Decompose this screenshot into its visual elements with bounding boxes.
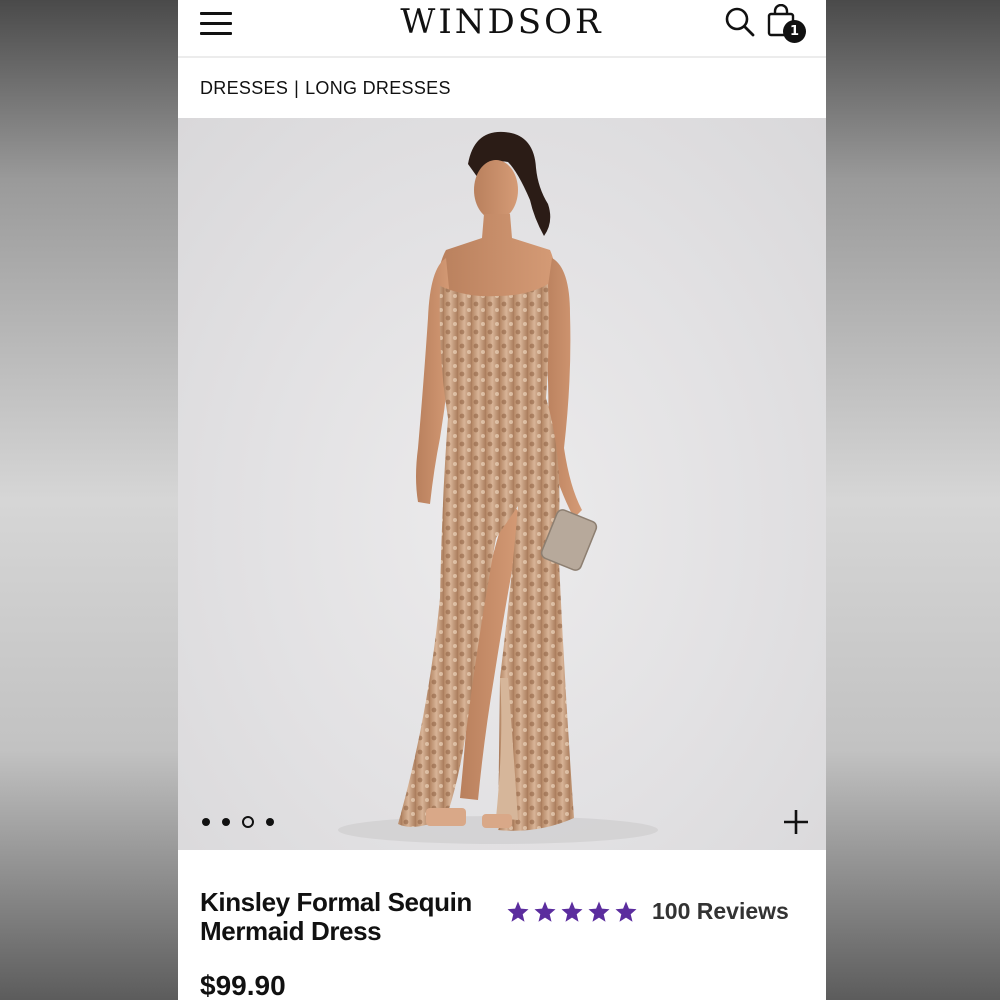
cart-count-badge: 1 xyxy=(783,20,806,43)
carousel-dot-3-active[interactable] xyxy=(242,816,254,828)
breadcrumb-separator: | xyxy=(294,77,300,98)
star-icon xyxy=(561,901,583,922)
product-image-carousel[interactable] xyxy=(178,118,826,850)
plus-icon xyxy=(784,810,808,834)
carousel-dots xyxy=(202,816,274,828)
search-icon[interactable] xyxy=(724,6,756,38)
breadcrumb: DRESSES | LONG DRESSES xyxy=(200,76,451,100)
breadcrumb-long-dresses[interactable]: LONG DRESSES xyxy=(305,78,451,99)
carousel-dot-2[interactable] xyxy=(222,818,230,826)
mobile-screen: WINDSOR 1 DRESSES | LONG DRESSES Kinsley… xyxy=(178,0,826,1000)
product-info: Kinsley Formal Sequin Mermaid Dress 100 … xyxy=(178,850,826,1000)
product-photo xyxy=(338,131,658,844)
cart-button[interactable]: 1 xyxy=(766,3,810,44)
product-rating[interactable]: 100 Reviews xyxy=(506,898,789,925)
reviews-link[interactable]: 100 Reviews xyxy=(652,898,789,925)
carousel-dot-4[interactable] xyxy=(266,818,274,826)
breadcrumb-dresses[interactable]: DRESSES xyxy=(200,78,288,99)
site-header: WINDSOR 1 xyxy=(178,0,826,58)
product-price: $99.90 xyxy=(200,970,286,1000)
zoom-button[interactable] xyxy=(782,808,810,836)
product-title-line-1: Kinsley Formal Sequin xyxy=(200,887,472,917)
star-icon xyxy=(534,901,556,922)
product-title-line-2: Mermaid Dress xyxy=(200,916,382,946)
carousel-dot-1[interactable] xyxy=(202,818,210,826)
brand-logo[interactable]: WINDSOR xyxy=(378,2,626,42)
product-title: Kinsley Formal Sequin Mermaid Dress xyxy=(200,888,500,946)
menu-icon[interactable] xyxy=(200,12,232,36)
star-icon xyxy=(507,901,529,922)
star-icon xyxy=(615,901,637,922)
rating-stars xyxy=(506,900,638,924)
star-icon xyxy=(588,901,610,922)
